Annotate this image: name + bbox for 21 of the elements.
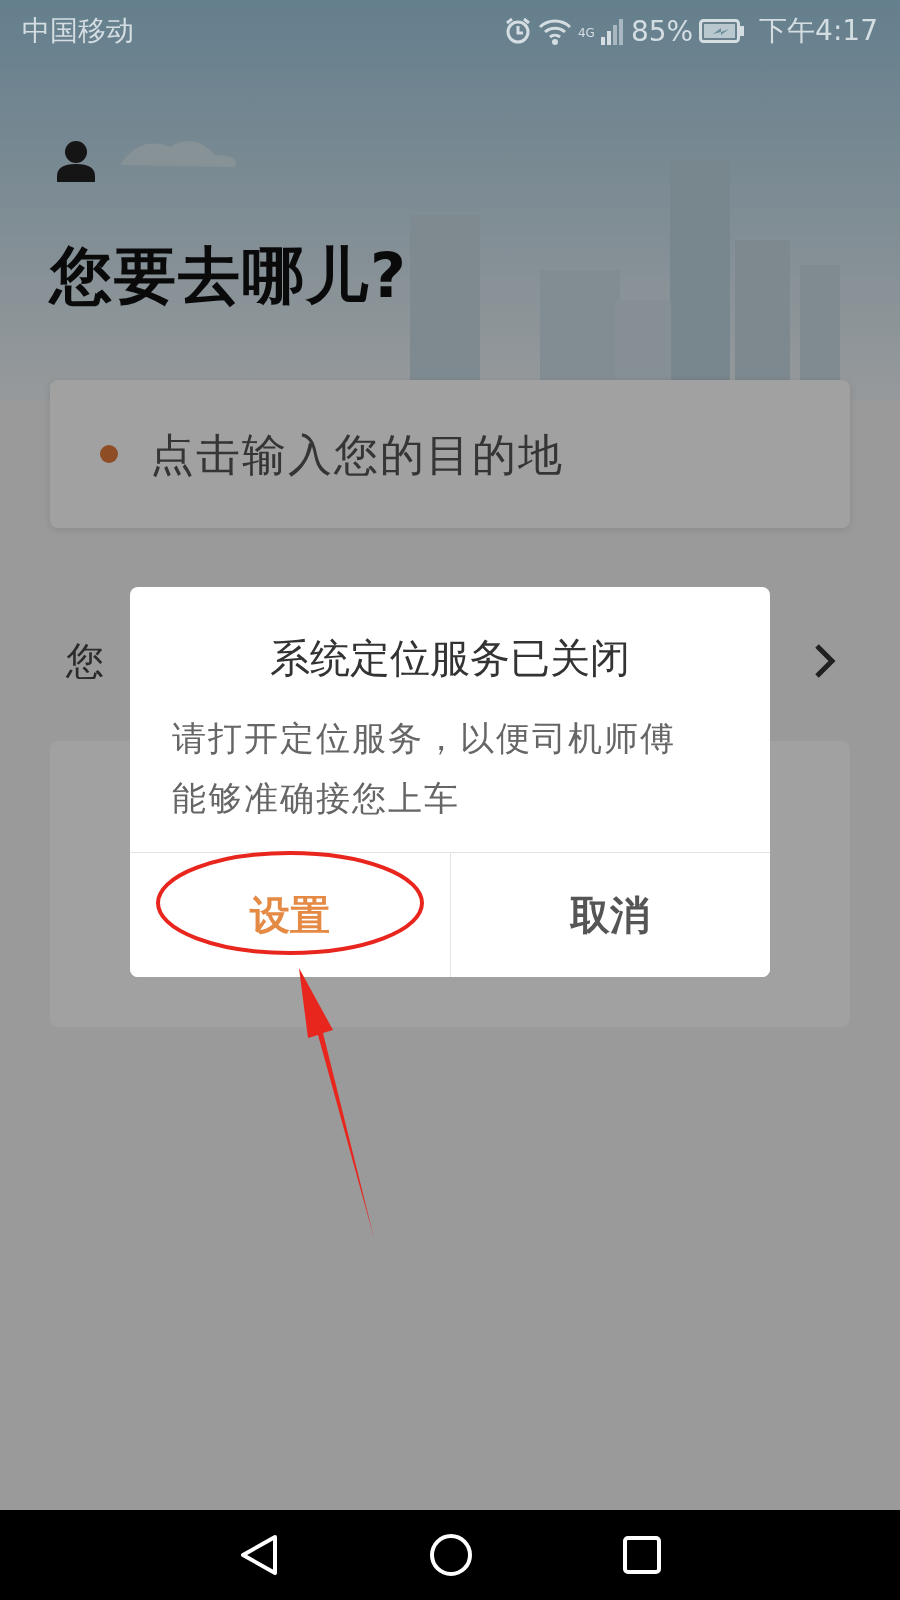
alarm-icon <box>503 17 532 45</box>
section-label: 您 <box>66 637 104 685</box>
destination-field[interactable]: 点击输入您的目的地 <box>148 427 792 481</box>
back-icon[interactable] <box>239 1534 279 1576</box>
dialog-button[interactable]: 取消 <box>449 853 770 977</box>
battery-percent: 85% <box>630 14 694 48</box>
dialog-title: 系统定位服务已关闭 <box>269 634 631 683</box>
signal-icon <box>600 17 625 45</box>
wifi-icon <box>537 17 572 45</box>
destination-field[interactable]: 点击输入您的目的地 <box>50 380 850 528</box>
page-title: 您要去哪儿? <box>50 238 409 314</box>
clock-time: 下午4:17 <box>759 13 878 49</box>
location-dot-icon <box>100 445 118 463</box>
recents-icon[interactable] <box>623 1536 661 1574</box>
profile-icon[interactable] <box>56 140 96 182</box>
battery-icon <box>699 19 746 43</box>
dialog-message: 请打开定位服务，以便司机师傅能够准确接您上车 <box>171 717 677 820</box>
carrier-name: 中国移动 <box>22 13 134 49</box>
network-type: 4G <box>577 26 595 40</box>
chevron-right-icon[interactable] <box>814 643 836 679</box>
home-icon[interactable] <box>429 1533 473 1577</box>
